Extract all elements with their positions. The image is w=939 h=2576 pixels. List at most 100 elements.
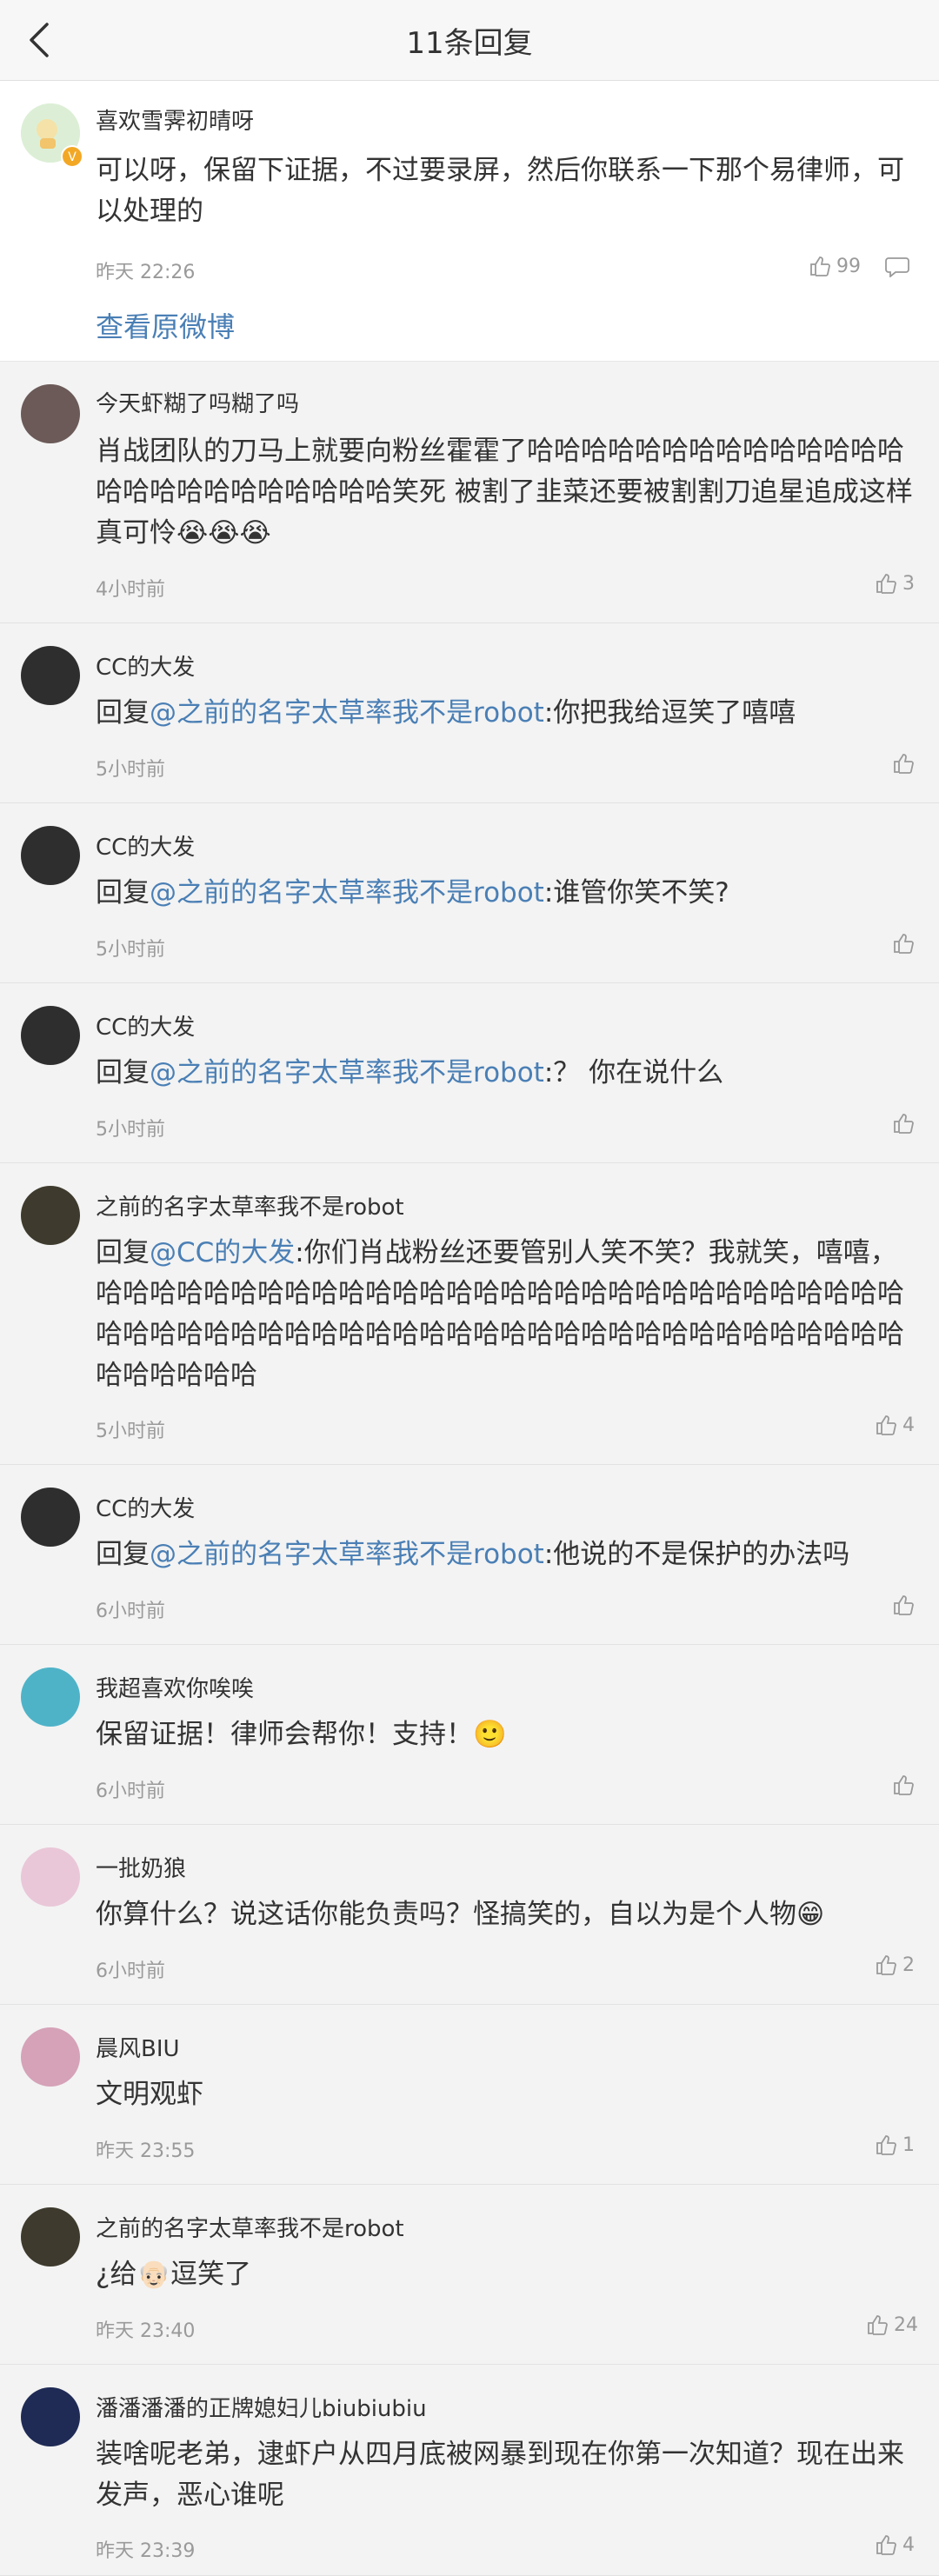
mention-link[interactable]: @之前的名字太草率我不是robot: [150, 697, 544, 729]
username[interactable]: CC的大发: [96, 1491, 195, 1523]
timestamp: 5小时前: [96, 1119, 165, 1141]
like-count: 24: [894, 2313, 918, 2336]
avatar[interactable]: [21, 826, 80, 885]
like-button[interactable]: 4: [875, 2533, 915, 2556]
comment-text: 回复@之前的名字太草率我不是robot:谁管你笑不笑?: [96, 873, 913, 914]
username[interactable]: CC的大发: [96, 649, 195, 682]
comment-body: ¿给👴🏻逗笑了: [96, 2259, 252, 2290]
list-item: CC的大发 回复@之前的名字太草率我不是robot:谁管你笑不笑? 5小时前: [0, 803, 939, 983]
avatar[interactable]: [21, 646, 80, 705]
username[interactable]: 之前的名字太草率我不是robot: [96, 2211, 404, 2243]
reply-prefix: 回复: [96, 1057, 150, 1088]
comment-body: 保留证据！律师会帮你！支持！🙂: [96, 1719, 507, 1750]
comment-text: 回复@CC的大发:你们肖战粉丝还要管别人笑不笑？我就笑，嘻嘻，哈哈哈哈哈哈哈哈哈…: [96, 1233, 913, 1396]
username[interactable]: 之前的名字太草率我不是robot: [96, 1189, 404, 1221]
comment-body: :他说的不是保护的办法吗: [543, 1539, 850, 1570]
reply-prefix: 回复: [96, 697, 150, 729]
list-item: 晨风BIU 文明观虾 昨天 23:55 1: [0, 2005, 939, 2185]
username[interactable]: 一批奶狼: [96, 1851, 186, 1883]
avatar[interactable]: [21, 1488, 80, 1547]
top-bar: 11条回复: [0, 0, 939, 81]
avatar[interactable]: [21, 2207, 80, 2266]
like-button[interactable]: 99: [809, 255, 861, 277]
avatar[interactable]: [21, 1667, 80, 1727]
comment-bubble-icon[interactable]: [885, 256, 909, 277]
like-button[interactable]: 1: [875, 2133, 915, 2156]
reply-prefix: 回复: [96, 1237, 150, 1268]
username[interactable]: 我超喜欢你唉唉: [96, 1671, 254, 1703]
timestamp: 6小时前: [96, 1781, 165, 1802]
thumb-up-icon: [876, 1415, 896, 1435]
like-button[interactable]: [892, 1774, 915, 1796]
list-item: 一批奶狼 你算什么？说这话你能负责吗？怪搞笑的，自以为是个人物😁 6小时前 2: [0, 1825, 939, 2005]
comment-body: 文明观虾: [96, 2079, 203, 2110]
list-item: 今天虾糊了吗糊了吗 肖战团队的刀马上就要向粉丝霍霍了哈哈哈哈哈哈哈哈哈哈哈哈哈哈…: [0, 362, 939, 623]
mention-link[interactable]: @之前的名字太草率我不是robot: [150, 1057, 544, 1088]
like-button[interactable]: [892, 1594, 915, 1616]
comment-body: :谁管你笑不笑?: [543, 877, 729, 909]
thumb-up-icon: [894, 1595, 914, 1615]
mention-link[interactable]: @之前的名字太草率我不是robot: [150, 1539, 544, 1570]
comment-body: 你算什么？说这话你能负责吗？怪搞笑的，自以为是个人物😁: [96, 1899, 825, 1930]
thumb-up-icon: [876, 2535, 896, 2555]
like-count: 4: [902, 2533, 915, 2556]
thumb-up-icon: [868, 2315, 888, 2335]
thumb-up-icon: [894, 754, 914, 774]
username[interactable]: CC的大发: [96, 829, 195, 862]
avatar[interactable]: [21, 2027, 80, 2087]
like-button[interactable]: [892, 932, 915, 955]
comment-body: 装啥呢老弟，逮虾户从四月底被网暴到现在你第一次知道？现在出来发声，恶心谁呢: [96, 2439, 904, 2511]
list-item: CC的大发 回复@之前的名字太草率我不是robot:？ 你在说什么 5小时前: [0, 983, 939, 1163]
like-button[interactable]: 24: [866, 2313, 918, 2336]
page-title: 11条回复: [406, 26, 533, 61]
thumb-up-icon: [810, 256, 830, 276]
timestamp: 昨天 23:39: [96, 2540, 196, 2562]
mention-link[interactable]: @CC的大发: [150, 1237, 295, 1268]
username[interactable]: 喜欢雪霁初晴呀: [96, 103, 254, 136]
thumb-up-icon: [876, 1955, 896, 1975]
like-count: 4: [902, 1414, 915, 1436]
view-original-weibo-link[interactable]: 查看原微博: [96, 305, 235, 345]
comment-body: 肖战团队的刀马上就要向粉丝霍霍了哈哈哈哈哈哈哈哈哈哈哈哈哈哈哈哈哈哈哈哈哈哈哈哈…: [96, 436, 913, 549]
reply-prefix: 回复: [96, 1539, 150, 1570]
like-button[interactable]: 4: [875, 1414, 915, 1436]
timestamp: 6小时前: [96, 1960, 165, 1982]
timestamp: 5小时前: [96, 1421, 165, 1442]
comment-text: 可以呀，保留下证据，不过要录屏，然后你联系一下那个易律师，可以处理的: [96, 155, 904, 227]
timestamp: 昨天 23:40: [96, 2320, 196, 2342]
avatar[interactable]: [21, 1186, 80, 1245]
original-comment: V 喜欢雪霁初晴呀 可以呀，保留下证据，不过要录屏，然后你联系一下那个易律师，可…: [0, 81, 939, 362]
timestamp: 4小时前: [96, 579, 165, 601]
username[interactable]: 今天虾糊了吗糊了吗: [96, 386, 299, 418]
like-button[interactable]: 3: [875, 572, 915, 595]
like-button[interactable]: 2: [875, 1954, 915, 1976]
avatar[interactable]: [21, 384, 80, 443]
avatar[interactable]: [21, 1847, 80, 1907]
like-count: 2: [902, 1954, 915, 1976]
comment-body: :你把我给逗笑了嘻嘻: [543, 697, 796, 729]
list-item: 我超喜欢你唉唉 保留证据！律师会帮你！支持！🙂 6小时前: [0, 1645, 939, 1825]
username[interactable]: CC的大发: [96, 1009, 195, 1042]
thumb-up-icon: [876, 2135, 896, 2155]
thumb-up-icon: [894, 1114, 914, 1134]
like-count: 1: [902, 2133, 915, 2156]
comment-text: 肖战团队的刀马上就要向粉丝霍霍了哈哈哈哈哈哈哈哈哈哈哈哈哈哈哈哈哈哈哈哈哈哈哈哈…: [96, 431, 913, 554]
list-item: 之前的名字太草率我不是robot 回复@CC的大发:你们肖战粉丝还要管别人笑不笑…: [0, 1163, 939, 1465]
timestamp: 5小时前: [96, 759, 165, 781]
list-item: 潘潘潘潘的正牌媳妇儿biubiubiu 装啥呢老弟，逮虾户从四月底被网暴到现在你…: [0, 2365, 939, 2576]
like-count: 99: [836, 255, 861, 277]
username[interactable]: 晨风BIU: [96, 2031, 180, 2063]
thumb-up-icon: [876, 574, 896, 594]
svg-text:V: V: [68, 150, 77, 164]
like-button[interactable]: [892, 752, 915, 775]
comment-text: 回复@之前的名字太草率我不是robot:你把我给逗笑了嘻嘻: [96, 693, 913, 734]
username[interactable]: 潘潘潘潘的正牌媳妇儿biubiubiu: [96, 2391, 427, 2423]
like-button[interactable]: [892, 1112, 915, 1135]
mention-link[interactable]: @之前的名字太草率我不是robot: [150, 877, 544, 909]
comment-text: 回复@之前的名字太草率我不是robot:他说的不是保护的办法吗: [96, 1534, 913, 1575]
timestamp: 昨天 23:55: [96, 2140, 196, 2162]
list-item: CC的大发 回复@之前的名字太草率我不是robot:你把我给逗笑了嘻嘻 5小时前: [0, 623, 939, 803]
avatar[interactable]: [21, 2387, 80, 2446]
comment-text: 保留证据！律师会帮你！支持！🙂: [96, 1714, 913, 1755]
avatar[interactable]: [21, 1006, 80, 1065]
